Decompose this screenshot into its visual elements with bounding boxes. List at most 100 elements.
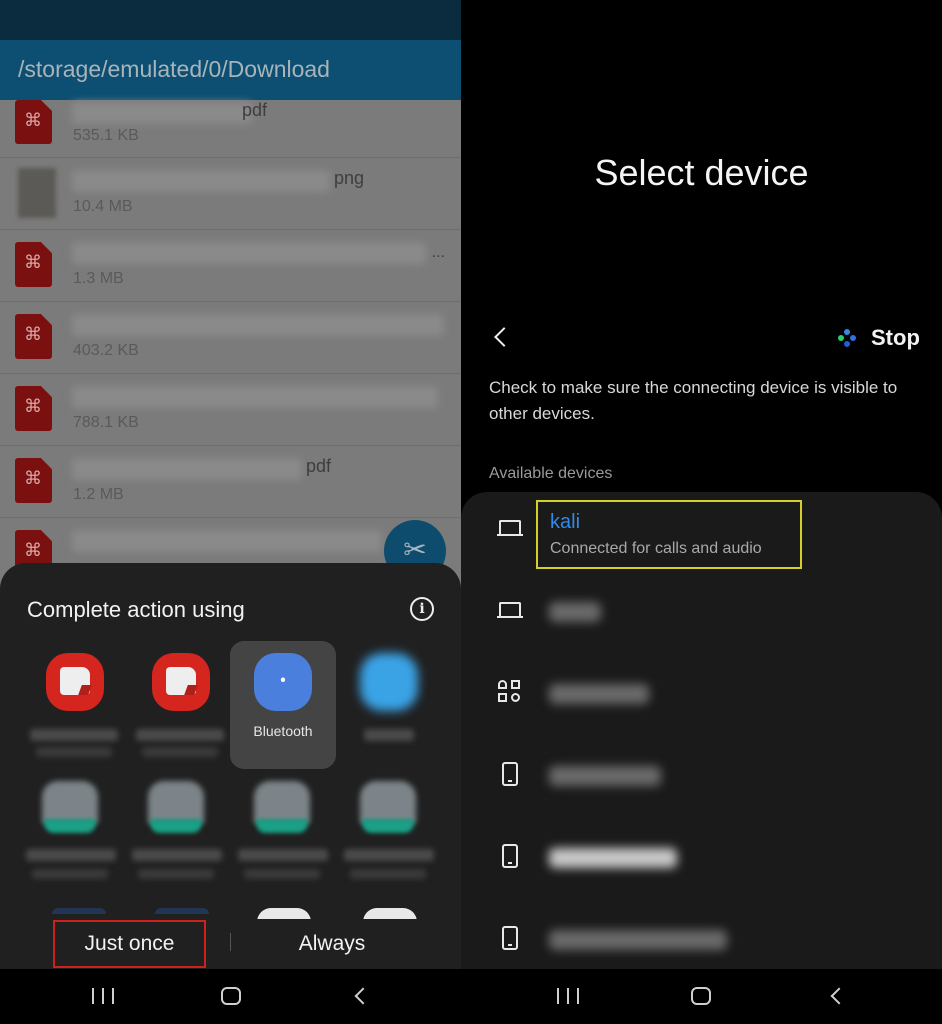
sheet-title: Complete action using — [27, 597, 245, 622]
bluetooth-icon: ᛫ — [254, 653, 312, 711]
file-ext: pdf — [306, 456, 332, 476]
device-item[interactable] — [461, 656, 942, 738]
pdf-icon — [15, 386, 52, 431]
file-row[interactable]: png 10.4 MB — [0, 158, 461, 230]
stop-button[interactable]: Stop — [837, 324, 920, 352]
page-title: Select device — [594, 152, 809, 193]
accessory-grid-icon — [498, 680, 522, 704]
file-name-redacted — [72, 530, 382, 552]
camscanner-icon-bar — [256, 819, 308, 833]
pdf-icon — [15, 242, 52, 287]
app-sublabel-redacted — [138, 869, 214, 879]
file-row[interactable]: ... 1.3 MB — [0, 230, 461, 302]
back-button[interactable] — [830, 987, 848, 1005]
file-name-redacted — [72, 170, 330, 192]
truncation-ellipsis: ... — [431, 244, 445, 261]
app-option[interactable] — [128, 641, 234, 769]
file-name-redacted — [72, 314, 444, 336]
grid-cell — [511, 680, 520, 689]
app-option[interactable] — [22, 641, 128, 769]
device-status: Connected for calls and audio — [550, 540, 762, 557]
status-bar — [0, 0, 461, 40]
action-bar: Just once Always — [0, 919, 461, 969]
device-name-redacted — [549, 930, 727, 950]
home-button[interactable] — [221, 987, 241, 1005]
camscanner-icon-bar — [150, 819, 202, 833]
scanning-icon — [837, 328, 857, 348]
visibility-hint: Check to make sure the connecting device… — [489, 378, 898, 423]
camscanner-icon-bar — [44, 819, 96, 833]
app-option-bluetooth[interactable]: ᛫ Bluetooth — [230, 641, 336, 769]
image-thumbnail — [18, 168, 56, 218]
navigation-bar — [0, 969, 461, 1024]
app-label-redacted — [26, 849, 116, 861]
app-label-redacted — [364, 729, 414, 741]
file-row[interactable]: 788.1 KB — [0, 374, 461, 446]
samsung-notes-icon — [46, 653, 104, 711]
phone-icon — [502, 844, 518, 868]
file-row[interactable]: pdf 535.1 KB — [0, 100, 461, 158]
path-bar: /storage/emulated/0/Download — [0, 40, 461, 100]
just-once-button[interactable]: Just once — [53, 920, 206, 968]
file-name-redacted — [72, 102, 252, 124]
phone-icon — [502, 762, 518, 786]
app-icon-peek — [52, 908, 106, 914]
info-icon[interactable]: i — [410, 597, 434, 621]
laptop-icon — [497, 602, 523, 618]
device-item-kali[interactable]: kali Connected for calls and audio — [461, 492, 942, 574]
device-name-redacted — [549, 684, 649, 704]
always-button[interactable]: Always — [240, 920, 424, 968]
file-size: 1.3 MB — [73, 270, 124, 287]
camscanner-option[interactable] — [340, 769, 446, 889]
device-list: kali Connected for calls and audio — [461, 492, 942, 972]
device-name-redacted — [549, 848, 677, 868]
scan-dot — [844, 341, 850, 347]
pdf-icon — [15, 458, 52, 503]
button-divider — [230, 933, 231, 951]
device-name-redacted — [549, 602, 601, 622]
device-name: kali — [550, 511, 581, 533]
file-size: 535.1 KB — [73, 127, 139, 144]
app-label-redacted — [132, 849, 222, 861]
back-button[interactable] — [354, 987, 372, 1005]
grid-cell — [498, 693, 507, 702]
file-name-redacted — [72, 242, 426, 264]
scan-dot — [850, 335, 856, 341]
home-button[interactable] — [691, 987, 711, 1005]
app-label-redacted — [136, 729, 224, 741]
app-option[interactable] — [336, 641, 442, 769]
camscanner-icon — [42, 781, 98, 823]
file-ext: png — [334, 168, 365, 188]
recents-button[interactable] — [557, 988, 579, 1004]
app-label-redacted — [30, 729, 118, 741]
camscanner-option[interactable] — [22, 769, 128, 889]
camscanner-icon — [148, 781, 204, 823]
device-item[interactable] — [461, 738, 942, 820]
scan-dot — [838, 335, 844, 341]
available-devices-header: Available devices — [489, 465, 613, 482]
grid-cell — [498, 680, 507, 689]
recents-button[interactable] — [92, 988, 114, 1004]
complete-action-sheet: Complete action using i ᛫ Bluetooth Just… — [0, 563, 461, 969]
app-sublabel-redacted — [36, 747, 112, 757]
file-row[interactable]: 403.2 KB — [0, 302, 461, 374]
file-size: 788.1 KB — [73, 414, 139, 431]
select-device-panel: Select device Stop Check to make sure th… — [461, 0, 942, 1024]
device-item[interactable] — [461, 820, 942, 902]
device-item[interactable] — [461, 574, 942, 656]
file-list: pdf 535.1 KB png 10.4 MB ... 1.3 MB 403.… — [0, 100, 461, 590]
back-chevron-icon[interactable] — [494, 327, 514, 347]
camscanner-option[interactable] — [234, 769, 340, 889]
screen: /storage/emulated/0/Download pdf 535.1 K… — [0, 0, 942, 1024]
navigation-bar — [461, 969, 942, 1024]
camscanner-option[interactable] — [128, 769, 234, 889]
file-size: 403.2 KB — [73, 342, 139, 359]
app-icon-peek — [155, 908, 209, 914]
file-ext: pdf — [242, 100, 268, 120]
camscanner-icon — [360, 781, 416, 823]
file-manager-panel: /storage/emulated/0/Download pdf 535.1 K… — [0, 0, 461, 1024]
app-label: Bluetooth — [253, 723, 313, 739]
camscanner-icon-bar — [362, 819, 414, 833]
path-text: /storage/emulated/0/Download — [18, 56, 330, 82]
file-row[interactable]: pdf 1.2 MB — [0, 446, 461, 518]
